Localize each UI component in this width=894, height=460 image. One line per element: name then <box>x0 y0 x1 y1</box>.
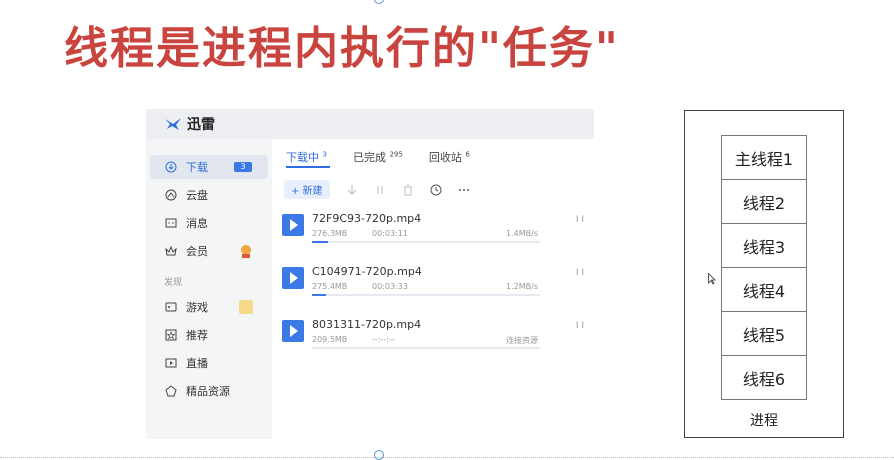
recommend-icon <box>164 328 178 342</box>
download-count-badge: 3 <box>234 162 252 172</box>
sidebar-item-resources[interactable]: 精品资源 <box>150 379 268 403</box>
tab-count: 6 <box>465 150 470 159</box>
slide-title: 线程是进程内执行的"任务" <box>64 23 620 74</box>
vip-mascot-icon <box>241 245 251 258</box>
sidebar-item-label: 下载 <box>186 161 208 174</box>
app-logo: 迅雷 <box>164 114 215 134</box>
sidebar-item-label: 会员 <box>186 245 208 258</box>
message-icon <box>164 216 178 230</box>
sidebar-item-vip[interactable]: 会员 <box>150 239 268 263</box>
pause-button[interactable]: I I <box>576 321 584 331</box>
mouse-cursor-icon <box>708 273 716 285</box>
pause-icon[interactable] <box>374 184 386 196</box>
file-size: 276.3MB <box>312 229 348 238</box>
tab-label: 已完成 <box>352 151 386 164</box>
download-tabs: 下载中 3 已完成 295 回收站 6 <box>286 149 470 165</box>
tab-count: 295 <box>389 150 403 159</box>
resource-icon <box>164 384 178 398</box>
sidebar-section-label: 发现 <box>164 278 183 288</box>
new-task-button[interactable]: + 新建 <box>284 180 330 199</box>
file-size: 275.4MB <box>312 282 348 291</box>
thread-box: 主线程1 <box>721 135 807 180</box>
file-size: 209.5MB <box>312 335 348 344</box>
progress-bar <box>312 347 540 349</box>
slide-bottom-rule <box>0 457 894 458</box>
thread-box: 线程5 <box>721 311 807 356</box>
tab-downloading[interactable]: 下载中 3 <box>286 149 327 165</box>
clock-icon[interactable] <box>430 184 442 196</box>
tab-completed[interactable]: 已完成 295 <box>353 149 403 165</box>
sidebar-item-label: 精品资源 <box>186 385 230 398</box>
download-item[interactable]: 8031311-720p.mp4 209.5MB --:--:-- 连接资源 I… <box>282 318 586 362</box>
tab-recycle-bin[interactable]: 回收站 6 <box>429 149 470 165</box>
xunlei-bird-icon <box>165 118 181 130</box>
live-icon <box>164 356 178 370</box>
thread-box: 线程3 <box>721 223 807 268</box>
sidebar-item-label: 游戏 <box>186 301 208 314</box>
play-icon[interactable] <box>282 267 304 289</box>
sidebar-item-label: 消息 <box>186 217 208 230</box>
arrow-down-icon[interactable] <box>346 184 358 196</box>
file-name: 72F9C93-720p.mp4 <box>312 212 422 225</box>
progress-fill <box>312 294 326 296</box>
pause-button[interactable]: I I <box>576 215 584 225</box>
thread-box: 线程2 <box>721 179 807 224</box>
game-promo-icon <box>239 300 253 314</box>
sidebar-item-message[interactable]: 消息 <box>150 211 268 235</box>
sidebar-item-live[interactable]: 直播 <box>150 351 268 375</box>
slide-anchor-top <box>374 0 384 4</box>
thread-box: 线程4 <box>721 267 807 312</box>
process-label: 进程 <box>750 413 778 429</box>
progress-bar <box>312 241 540 243</box>
sidebar-item-game[interactable]: 游戏 <box>150 295 268 319</box>
download-item[interactable]: C104971-720p.mp4 275.4MB 00:03:33 1.2MB/… <box>282 265 586 309</box>
app-name: 迅雷 <box>187 117 215 133</box>
more-icon[interactable] <box>458 184 470 196</box>
sidebar-item-label: 云盘 <box>186 189 208 202</box>
sidebar-item-cloud[interactable]: 云盘 <box>150 183 268 207</box>
download-speed: 1.4MB/s <box>506 229 538 238</box>
app-title-bar: 迅雷 <box>146 109 594 139</box>
active-tab-indicator <box>286 166 330 168</box>
thread-stack: 主线程1 线程2 线程3 线程4 线程5 线程6 <box>721 135 807 400</box>
pause-button[interactable]: I I <box>576 268 584 278</box>
cloud-icon <box>164 188 178 202</box>
sidebar-item-label: 推荐 <box>186 329 208 342</box>
sidebar: 下载 3 云盘 消息 会员 发现 游戏 推荐 直播 精品资源 <box>146 149 272 439</box>
xunlei-app-window: 迅雷 下载 3 云盘 消息 会员 发现 游戏 推荐 直播 精品资源 下载中 3 … <box>146 109 594 439</box>
progress-bar <box>312 294 540 296</box>
download-icon <box>164 160 178 174</box>
sidebar-item-download[interactable]: 下载 3 <box>150 155 268 179</box>
file-name: 8031311-720p.mp4 <box>312 318 422 331</box>
download-speed: 1.2MB/s <box>506 282 538 291</box>
tab-count: 3 <box>322 150 327 159</box>
sidebar-item-recommend[interactable]: 推荐 <box>150 323 268 347</box>
download-speed: 连接资源 <box>506 336 538 345</box>
sidebar-item-label: 直播 <box>186 357 208 370</box>
download-panel: 下载中 3 已完成 295 回收站 6 + 新建 72F9C93-720p.mp… <box>272 139 594 439</box>
download-toolbar: + 新建 <box>284 180 470 199</box>
thread-box: 线程6 <box>721 355 807 400</box>
download-item[interactable]: 72F9C93-720p.mp4 276.3MB 00:03:11 1.4MB/… <box>282 212 586 256</box>
game-icon <box>164 300 178 314</box>
tab-label: 下载中 <box>286 151 319 164</box>
tab-label: 回收站 <box>428 151 462 164</box>
progress-fill <box>312 241 328 243</box>
remaining-time: --:--:-- <box>372 335 395 344</box>
play-icon[interactable] <box>282 320 304 342</box>
play-icon[interactable] <box>282 214 304 236</box>
remaining-time: 00:03:11 <box>372 229 408 238</box>
trash-icon[interactable] <box>402 184 414 196</box>
remaining-time: 00:03:33 <box>372 282 408 291</box>
vip-icon <box>164 244 178 258</box>
file-name: C104971-720p.mp4 <box>312 265 422 278</box>
